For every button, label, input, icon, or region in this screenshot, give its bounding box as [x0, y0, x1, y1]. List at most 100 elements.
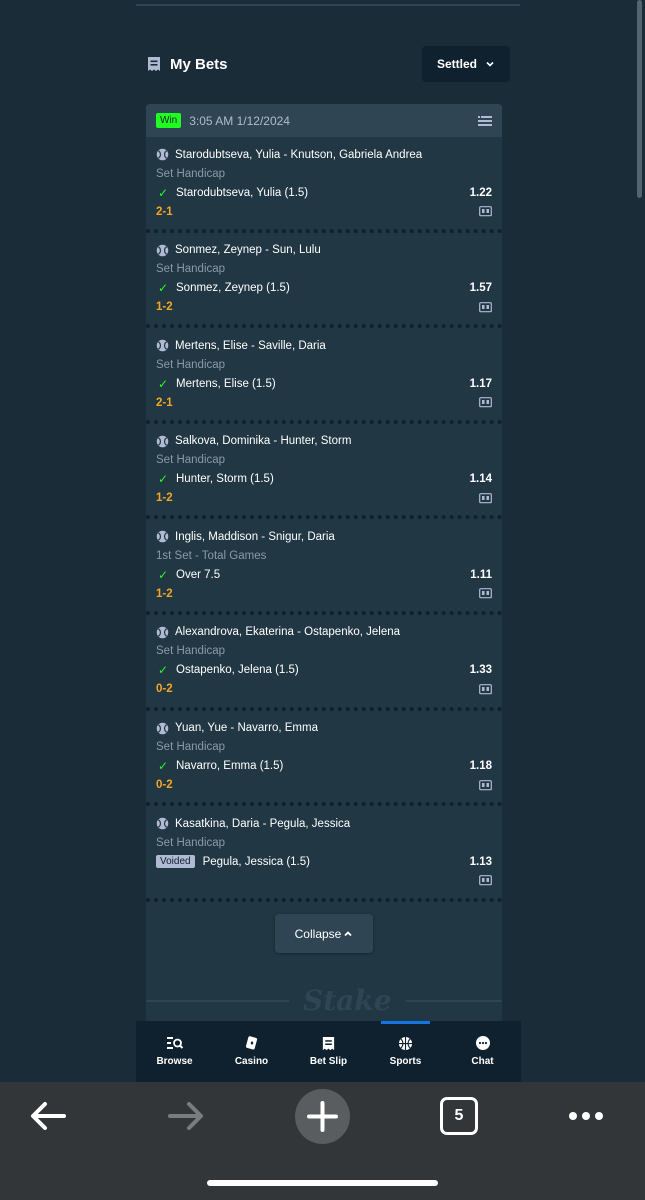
collapse-button[interactable]: Collapse [275, 914, 373, 953]
leg-market: Set Handicap [156, 836, 226, 849]
bet-leg[interactable]: Mertens, Elise - Saville, Daria Set Hand… [146, 328, 502, 424]
leg-match-name[interactable]: Yuan, Yue - Navarro, Emma [175, 722, 318, 734]
leg-market: Set Handicap [156, 263, 226, 276]
check-icon: ✓ [157, 376, 169, 391]
leg-score-row: 0-2 [156, 776, 492, 795]
leg-match-name[interactable]: Starodubtseva, Yulia - Knutson, Gabriela… [175, 149, 422, 161]
scoreboard-icon[interactable] [479, 492, 492, 504]
back-arrow-icon[interactable] [30, 1101, 66, 1131]
nav-browse[interactable]: Browse [136, 1021, 213, 1082]
leg-match-row: Alexandrova, Ekaterina - Ostapenko, Jele… [156, 623, 492, 642]
scoreboard-icon[interactable] [479, 588, 492, 599]
leg-selection: ✓ Sonmez, Zeynep (1.5) [156, 281, 290, 295]
leg-match-row: Kasatkina, Daria - Pegula, Jessica [156, 814, 492, 833]
leg-selection-row: ✓ Hunter, Storm (1.5) 1.14 [156, 470, 492, 489]
bet-leg[interactable]: Starodubtseva, Yulia - Knutson, Gabriela… [146, 137, 502, 233]
leg-selection: ✓ Hunter, Storm (1.5) [156, 472, 274, 486]
leg-match-name[interactable]: Sonmez, Zeynep - Sun, Lulu [175, 244, 321, 256]
casino-icon [244, 1036, 260, 1051]
leg-odds: 1.57 [469, 282, 492, 295]
bet-slip-icon [321, 1036, 336, 1051]
leg-match-row: Salkova, Dominika - Hunter, Storm [156, 432, 492, 451]
leg-match-name[interactable]: Salkova, Dominika - Hunter, Storm [175, 435, 351, 447]
leg-score-row: 1-2 [156, 298, 492, 317]
tennis-ball-icon [156, 722, 169, 735]
scoreboard-icon[interactable] [479, 779, 492, 791]
more-options-icon[interactable] [568, 1111, 604, 1121]
scoreboard-icon[interactable] [479, 397, 492, 408]
home-indicator[interactable] [207, 1180, 438, 1186]
check-icon: ✓ [157, 567, 169, 582]
chevron-down-icon [485, 59, 495, 69]
stake-logo: Stake [289, 984, 406, 1017]
check-icon: ✓ [157, 663, 169, 678]
scoreboard-icon[interactable] [479, 206, 492, 217]
chat-icon [475, 1036, 491, 1051]
leg-match-name[interactable]: Alexandrova, Ekaterina - Ostapenko, Jele… [175, 626, 400, 638]
leg-match-name[interactable]: Inglis, Maddison - Snigur, Daria [175, 531, 335, 543]
nav-label: Chat [471, 1056, 494, 1067]
leg-selection-row: ✓ Sonmez, Zeynep (1.5) 1.57 [156, 279, 492, 298]
tennis-ball-icon [156, 626, 169, 639]
leg-selection-label: Navarro, Emma (1.5) [176, 760, 284, 773]
leg-selection: ✓ Starodubtseva, Yulia (1.5) [156, 186, 308, 200]
leg-selection: ✓ Ostapenko, Jelena (1.5) [156, 663, 299, 677]
leg-market: Set Handicap [156, 167, 226, 180]
tabs-count-button[interactable]: 5 [440, 1097, 478, 1135]
leg-selection-row: ✓ Over 7.5 1.11 [156, 565, 492, 584]
leg-selection-row: ✓ Starodubtseva, Yulia (1.5) 1.22 [156, 183, 492, 202]
scrollbar[interactable] [637, 0, 642, 198]
nav-bet-slip[interactable]: Bet Slip [290, 1021, 367, 1082]
page-title: My Bets [170, 55, 228, 73]
bet-leg[interactable]: Yuan, Yue - Navarro, Emma Set Handicap ✓… [146, 711, 502, 807]
tennis-ball-icon [156, 817, 169, 830]
leg-score-row: 1-2 [156, 489, 492, 508]
leg-selection-row: Voided Pegula, Jessica (1.5) 1.13 [156, 852, 492, 871]
leg-selection: ✓ Mertens, Elise (1.5) [156, 377, 276, 391]
leg-selection-label: Over 7.5 [176, 568, 221, 581]
leg-score: 0-2 [156, 779, 173, 792]
leg-odds: 1.33 [469, 664, 492, 677]
forward-arrow-icon[interactable] [168, 1101, 204, 1131]
leg-odds: 1.17 [469, 377, 492, 390]
my-bets-header: My Bets Settled [146, 46, 510, 82]
nav-label: Browse [156, 1056, 193, 1067]
check-icon: ✓ [157, 281, 169, 296]
top-divider [136, 4, 520, 6]
leg-market: Set Handicap [156, 454, 226, 467]
tennis-ball-icon [156, 530, 169, 543]
nav-casino[interactable]: Casino [213, 1021, 290, 1082]
settled-filter-dropdown[interactable]: Settled [422, 46, 510, 82]
bet-leg[interactable]: Salkova, Dominika - Hunter, Storm Set Ha… [146, 424, 502, 520]
scoreboard-icon[interactable] [479, 301, 492, 313]
leg-selection-label: Starodubtseva, Yulia (1.5) [176, 186, 309, 199]
nav-label: Bet Slip [309, 1056, 348, 1067]
scoreboard-icon[interactable] [479, 684, 492, 695]
bet-leg[interactable]: Kasatkina, Daria - Pegula, Jessica Set H… [146, 806, 502, 902]
filter-label: Settled [436, 57, 477, 71]
leg-score-row: 2-1 [156, 393, 492, 412]
bet-card[interactable]: Win 3:05 AM 1/12/2024 Starodubtseva, Yul… [146, 104, 502, 1024]
tennis-ball-icon [156, 435, 169, 448]
leg-odds: 1.18 [469, 760, 492, 773]
voided-badge: Voided [156, 855, 195, 869]
list-icon[interactable] [478, 115, 492, 127]
leg-match-name[interactable]: Kasatkina, Daria - Pegula, Jessica [175, 818, 350, 830]
leg-selection-label: Pegula, Jessica (1.5) [202, 855, 310, 868]
chevron-up-icon [343, 929, 353, 939]
tennis-ball-icon [156, 148, 169, 161]
scoreboard-icon[interactable] [479, 875, 492, 886]
leg-match-row: Inglis, Maddison - Snigur, Daria [156, 527, 492, 546]
new-tab-plus-icon[interactable] [295, 1089, 350, 1144]
leg-match-row: Yuan, Yue - Navarro, Emma [156, 719, 492, 738]
leg-match-name[interactable]: Mertens, Elise - Saville, Daria [175, 340, 326, 352]
nav-chat[interactable]: Chat [444, 1021, 521, 1082]
leg-selection-label: Sonmez, Zeynep (1.5) [176, 282, 290, 295]
nav-sports[interactable]: Sports [367, 1021, 444, 1082]
bet-leg[interactable]: Sonmez, Zeynep - Sun, Lulu Set Handicap … [146, 233, 502, 329]
leg-score-row: 0-2 [156, 680, 492, 699]
bet-leg[interactable]: Inglis, Maddison - Snigur, Daria 1st Set… [146, 519, 502, 615]
leg-odds: 1.14 [469, 473, 492, 486]
bet-leg[interactable]: Alexandrova, Ekaterina - Ostapenko, Jele… [146, 615, 502, 711]
leg-market: Set Handicap [156, 741, 226, 754]
